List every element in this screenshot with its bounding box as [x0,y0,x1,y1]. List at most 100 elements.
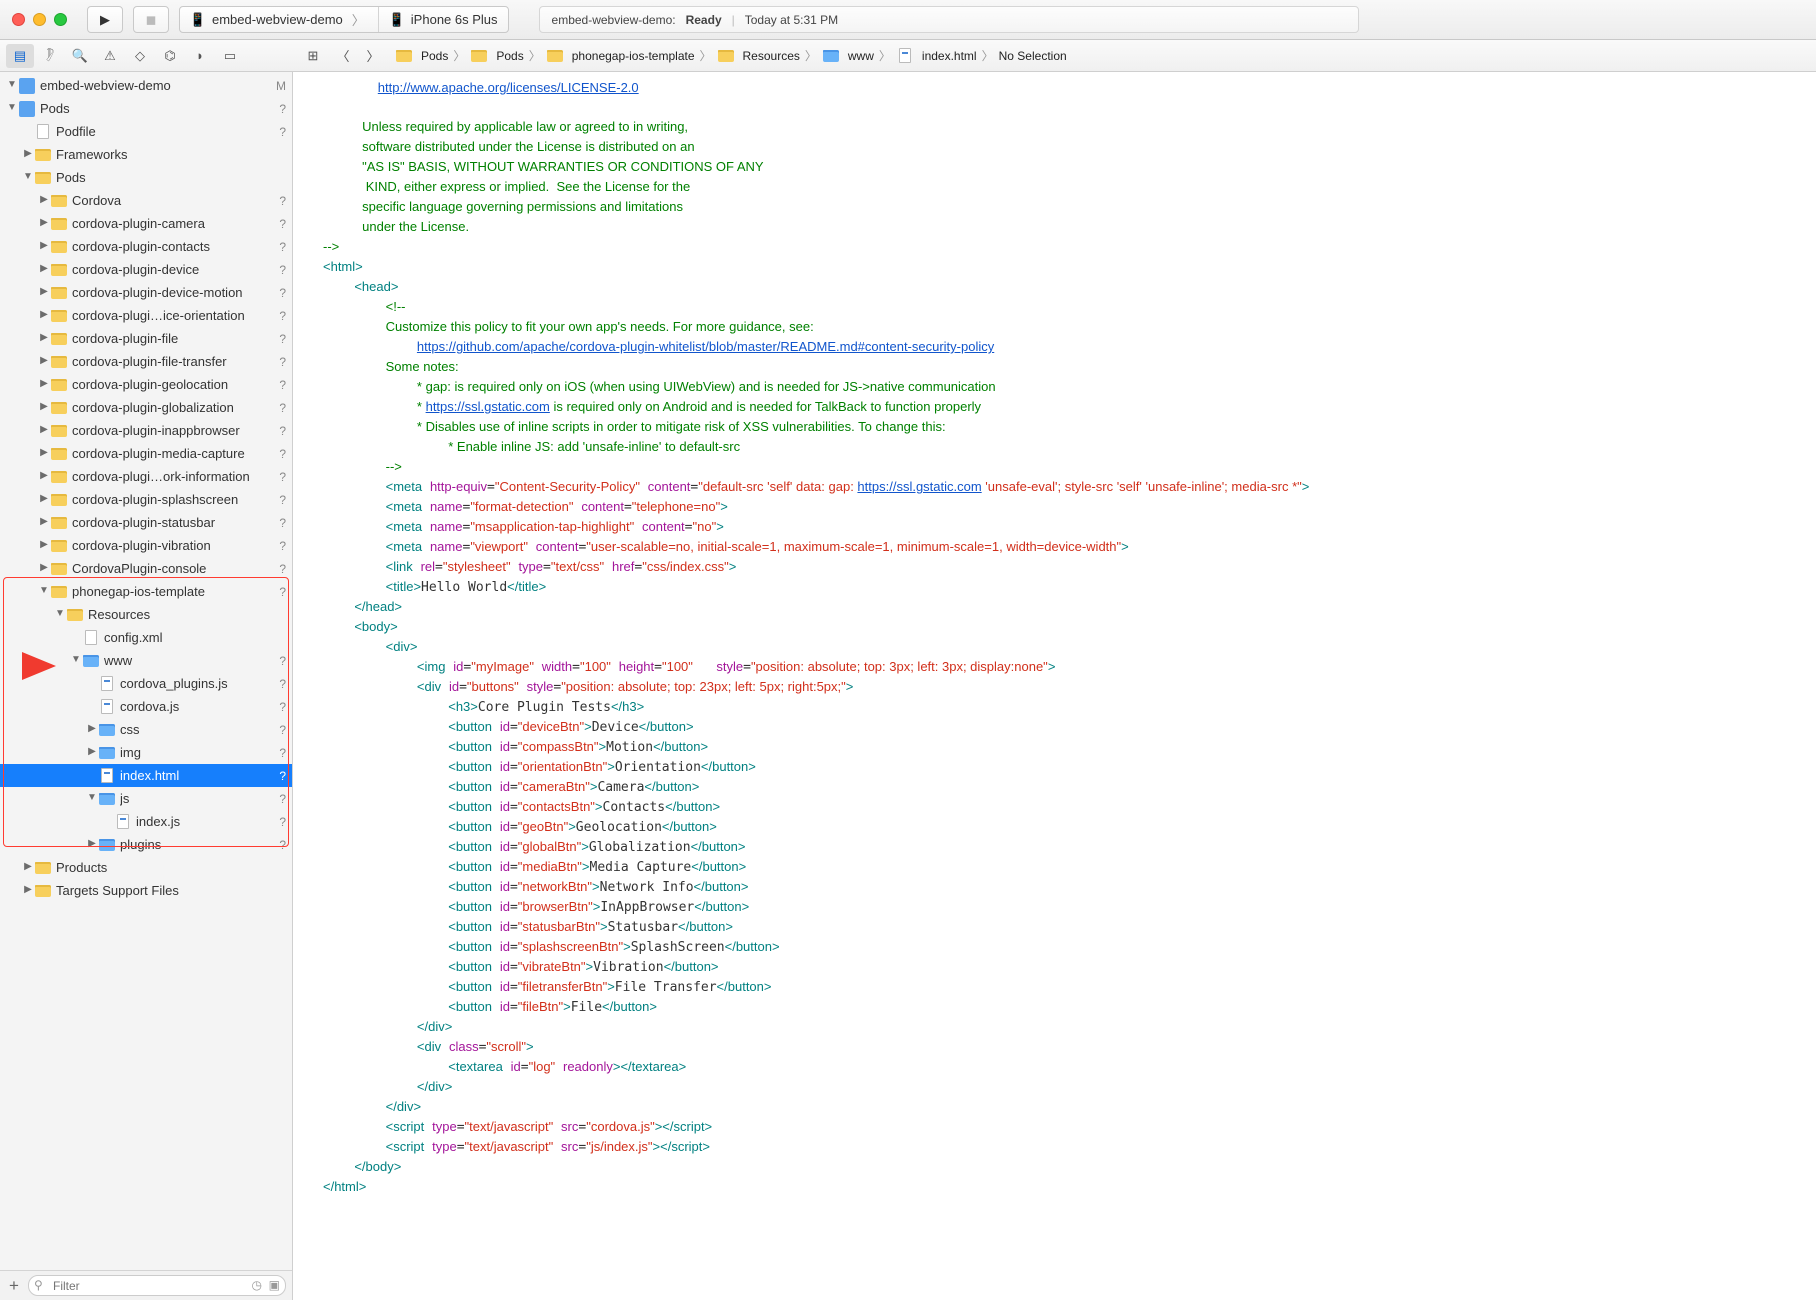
forward-button[interactable]: 〉 [359,44,387,68]
disclosure-triangle[interactable]: ▶ [38,309,50,320]
tree-row[interactable]: index.js? [0,810,292,833]
tree-row[interactable]: config.xml [0,626,292,649]
disclosure-triangle[interactable]: ▶ [38,355,50,366]
chevron-right-icon: 〉 [349,10,368,29]
jump-bar[interactable]: Pods〉Pods〉phonegap-ios-template〉Resource… [389,47,1810,65]
tree-row[interactable]: ▶css? [0,718,292,741]
tree-row[interactable]: ▼embed-webview-demoM [0,74,292,97]
tree-row[interactable]: ▶cordova-plugin-device-motion? [0,281,292,304]
disclosure-triangle[interactable]: ▶ [38,263,50,274]
jump-segment[interactable]: index.html [894,47,979,65]
stop-button[interactable]: ◼ [133,6,169,33]
disclosure-triangle[interactable]: ▶ [38,562,50,573]
disclosure-triangle[interactable]: ▶ [38,470,50,481]
disclosure-triangle[interactable]: ▶ [38,286,50,297]
tree-row[interactable]: ▼Pods? [0,97,292,120]
jump-segment[interactable]: No Selection [997,49,1069,63]
folder-icon [34,859,52,877]
tree-row[interactable]: ▶plugins? [0,833,292,856]
jump-segment[interactable]: www [820,47,876,65]
add-button[interactable]: + [6,1276,22,1296]
scm-filter-icon[interactable]: ▣ [269,1278,280,1292]
disclosure-triangle[interactable]: ▶ [38,447,50,458]
tree-row[interactable]: ▶Frameworks [0,143,292,166]
tree-row[interactable]: ▶cordova-plugin-file? [0,327,292,350]
tree-row[interactable]: ▶cordova-plugi…ork-information? [0,465,292,488]
related-items-button[interactable]: ⊞ [299,44,327,68]
project-navigator-tab[interactable]: ▤ [6,44,34,68]
tree-row[interactable]: ▶cordova-plugin-contacts? [0,235,292,258]
recent-filter-icon[interactable]: ◷ [252,1278,262,1292]
disclosure-triangle[interactable]: ▶ [22,148,34,159]
disclosure-triangle[interactable]: ▶ [38,493,50,504]
disclosure-triangle[interactable]: ▶ [38,424,50,435]
disclosure-triangle[interactable]: ▶ [38,217,50,228]
tree-row[interactable]: ▶cordova-plugi…ice-orientation? [0,304,292,327]
jump-segment[interactable]: Resources [715,47,802,65]
tree-row[interactable]: ▶cordova-plugin-statusbar? [0,511,292,534]
tree-row[interactable]: ▶Cordova? [0,189,292,212]
disclosure-triangle[interactable]: ▶ [38,516,50,527]
disclosure-triangle[interactable]: ▶ [86,838,98,849]
tree-row[interactable]: ▶Targets Support Files [0,879,292,902]
tree-row[interactable]: ▶cordova-plugin-vibration? [0,534,292,557]
minimize-window-button[interactable] [33,13,46,26]
file-icon [82,629,100,647]
disclosure-triangle[interactable]: ▶ [38,332,50,343]
run-button[interactable]: ▶ [87,6,123,33]
tree-row[interactable]: ▶cordova-plugin-splashscreen? [0,488,292,511]
tree-row[interactable]: ▶cordova-plugin-inappbrowser? [0,419,292,442]
tree-row[interactable]: ▶cordova-plugin-globalization? [0,396,292,419]
tree-row[interactable]: ▶cordova-plugin-camera? [0,212,292,235]
test-navigator-tab[interactable]: ◇ [126,44,154,68]
disclosure-triangle[interactable]: ▶ [38,194,50,205]
close-window-button[interactable] [12,13,25,26]
disclosure-triangle[interactable]: ▼ [86,792,98,803]
breakpoint-navigator-tab[interactable]: ◗ [186,44,214,68]
tree-row[interactable]: Podfile? [0,120,292,143]
find-navigator-tab[interactable]: 🔍 [66,44,94,68]
tree-row[interactable]: ▶cordova-plugin-file-transfer? [0,350,292,373]
tree-row[interactable]: cordova.js? [0,695,292,718]
disclosure-triangle[interactable]: ▼ [38,585,50,596]
tree-row[interactable]: ▶cordova-plugin-geolocation? [0,373,292,396]
tree-row[interactable]: ▼phonegap-ios-template? [0,580,292,603]
disclosure-triangle[interactable]: ▼ [22,171,34,182]
tree-row[interactable]: ▶CordovaPlugin-console? [0,557,292,580]
tree-row[interactable]: ▼Resources [0,603,292,626]
jump-segment[interactable]: Pods [468,47,525,65]
tree-row[interactable]: ▶cordova-plugin-device? [0,258,292,281]
tree-row[interactable]: ▼js? [0,787,292,810]
folder-icon [98,744,116,762]
disclosure-triangle[interactable]: ▶ [38,401,50,412]
disclosure-triangle[interactable]: ▶ [86,723,98,734]
disclosure-triangle[interactable]: ▼ [6,79,18,90]
debug-navigator-tab[interactable]: ⌬ [156,44,184,68]
tree-row[interactable]: ▼Pods [0,166,292,189]
jump-segment[interactable]: Pods [393,47,450,65]
report-navigator-tab[interactable]: ▭ [216,44,244,68]
source-editor[interactable]: http://www.apache.org/licenses/LICENSE-2… [293,72,1816,1300]
back-button[interactable]: 〈 [329,44,357,68]
tree-label: cordova-plugi…ork-information [72,469,266,484]
disclosure-triangle[interactable]: ▶ [22,861,34,872]
disclosure-triangle[interactable]: ▼ [6,102,18,113]
issue-navigator-tab[interactable]: ⚠ [96,44,124,68]
disclosure-triangle[interactable]: ▶ [38,240,50,251]
scheme-control[interactable]: 📱embed-webview-demo〉 📱iPhone 6s Plus [179,6,509,33]
disclosure-triangle[interactable]: ▼ [70,654,82,665]
tree-row[interactable]: index.html? [0,764,292,787]
zoom-window-button[interactable] [54,13,67,26]
disclosure-triangle[interactable]: ▼ [54,608,66,619]
tree-row[interactable]: ▶Products [0,856,292,879]
disclosure-triangle[interactable]: ▶ [38,539,50,550]
tree-row[interactable]: ▶cordova-plugin-media-capture? [0,442,292,465]
filter-input[interactable] [28,1275,286,1296]
tree-row[interactable]: ▶img? [0,741,292,764]
disclosure-triangle[interactable]: ▶ [86,746,98,757]
jump-segment[interactable]: phonegap-ios-template [544,47,697,65]
disclosure-triangle[interactable]: ▶ [38,378,50,389]
disclosure-triangle[interactable]: ▶ [22,884,34,895]
source-control-navigator-tab[interactable]: 𓏢 [36,44,64,68]
scm-badge: ? [266,217,286,231]
